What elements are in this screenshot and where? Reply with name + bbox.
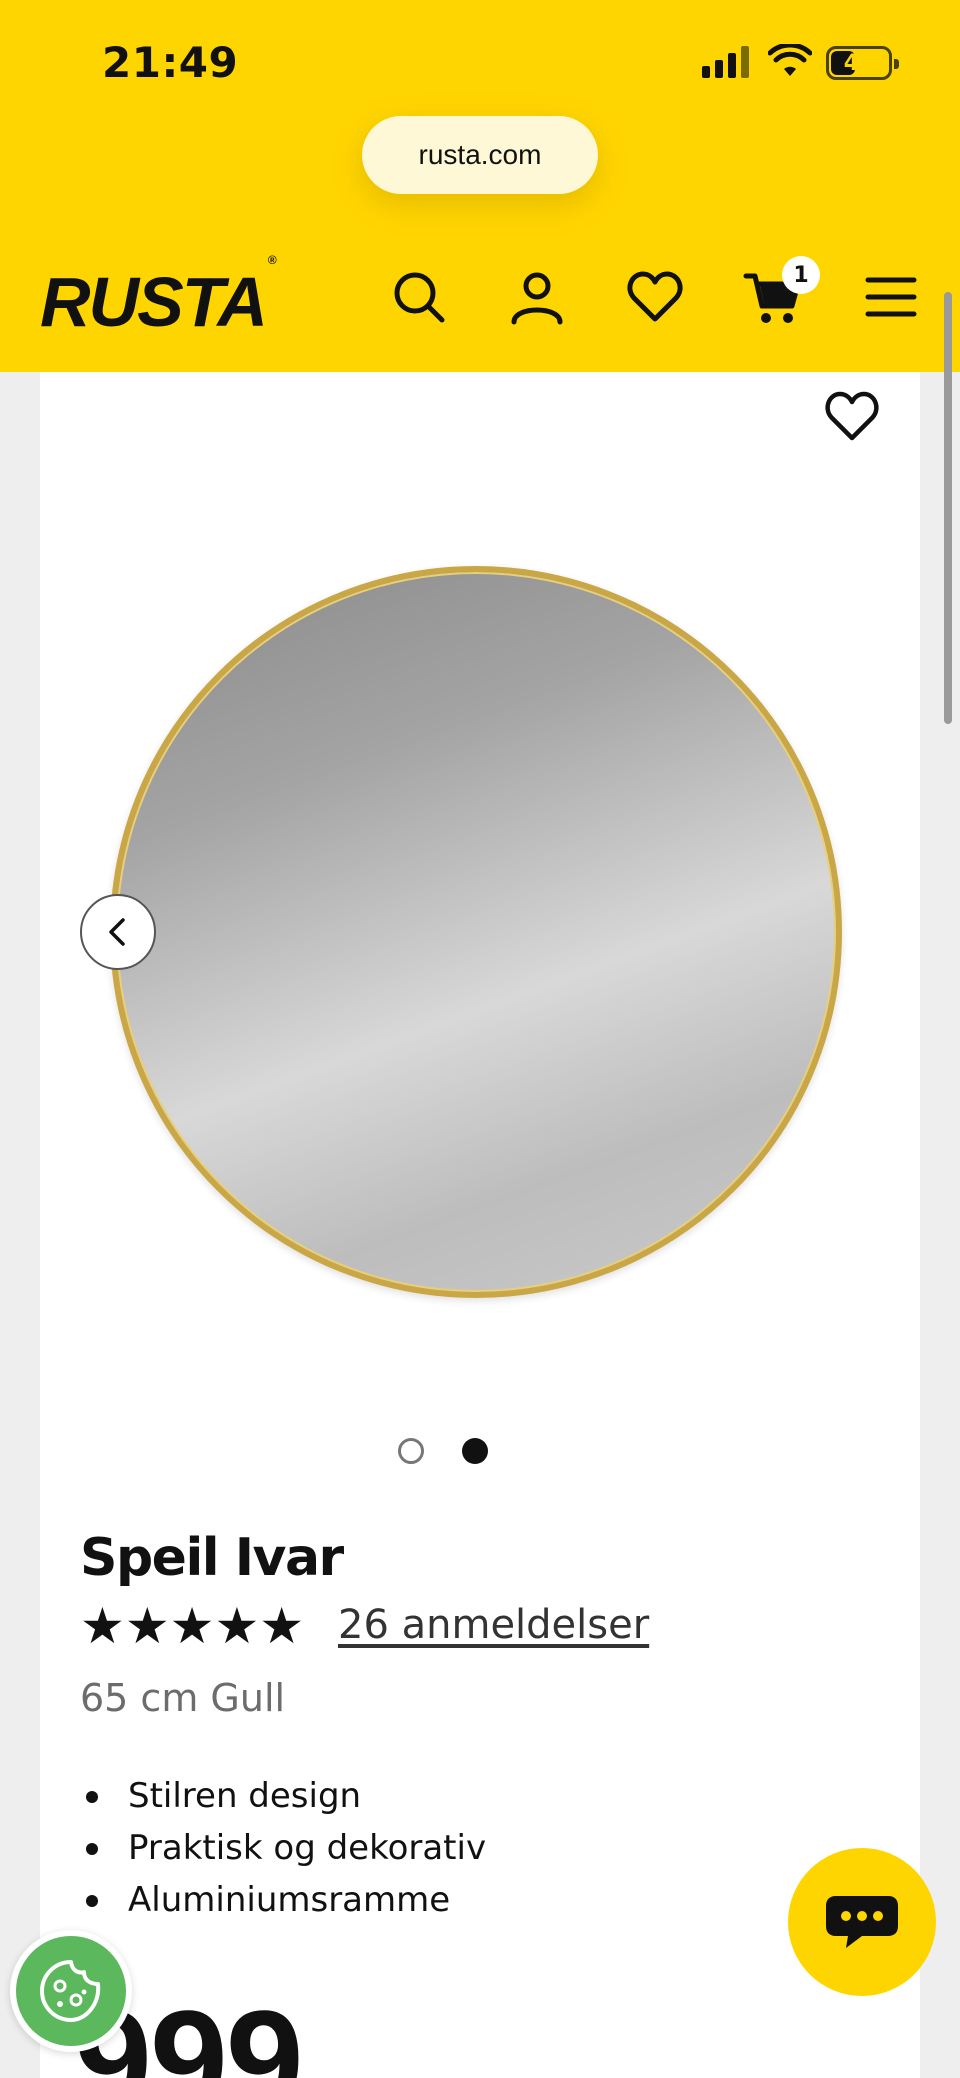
cookie-settings-button[interactable] xyxy=(10,1930,132,2052)
feature-list: Stilren design Praktisk og dekorativ Alu… xyxy=(80,1770,486,1926)
add-to-wishlist-button[interactable] xyxy=(822,388,882,444)
previous-image-button[interactable] xyxy=(80,894,156,970)
address-bar[interactable]: rusta.com xyxy=(362,116,598,194)
heart-icon xyxy=(825,391,879,441)
rating-stars: ★★★★★ xyxy=(80,1597,305,1655)
chat-button[interactable] xyxy=(788,1848,936,1996)
cart-count-badge: 1 xyxy=(782,256,820,294)
product-title: Speil Ivar xyxy=(80,1528,344,1588)
feature-item: Stilren design xyxy=(80,1770,486,1822)
product-image[interactable] xyxy=(110,566,842,1298)
reviews-link[interactable]: 26 anmeldelser xyxy=(338,1602,649,1648)
feature-item: Aluminiumsramme xyxy=(80,1874,486,1926)
account-icon[interactable] xyxy=(506,266,568,328)
wifi-icon xyxy=(767,42,813,78)
product-variant: 65 cm Gull xyxy=(80,1676,286,1720)
rusta-logo[interactable]: RUSTA® xyxy=(40,253,277,342)
carousel-dot-1[interactable] xyxy=(398,1438,424,1464)
cookie-icon xyxy=(40,1960,101,2022)
round-mirror-image xyxy=(110,566,842,1298)
wishlist-icon[interactable] xyxy=(624,266,686,328)
cellular-signal-icon xyxy=(702,46,749,78)
feature-item: Praktisk og dekorativ xyxy=(80,1822,486,1874)
battery-icon: 43 xyxy=(826,46,899,80)
page-scrollbar[interactable] xyxy=(944,292,952,724)
menu-icon[interactable] xyxy=(860,266,922,328)
battery-percent: 43 xyxy=(843,51,875,76)
chevron-left-icon xyxy=(109,918,125,946)
search-icon[interactable] xyxy=(388,266,450,328)
status-time: 21:49 xyxy=(102,38,239,87)
chat-icon xyxy=(826,1896,898,1948)
carousel-dot-2[interactable] xyxy=(462,1438,488,1464)
